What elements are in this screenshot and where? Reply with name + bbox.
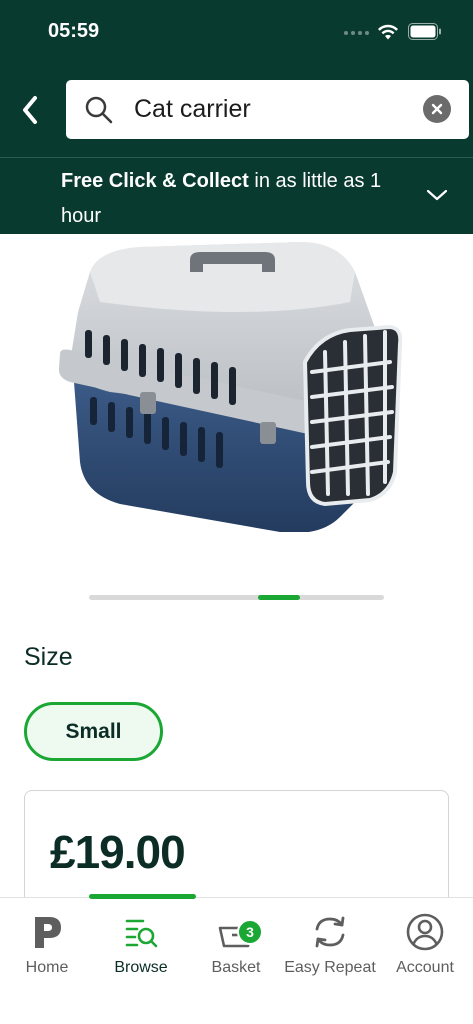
product-image[interactable]	[50, 232, 420, 532]
click-collect-bold: Free Click & Collect	[61, 170, 249, 192]
click-collect-banner[interactable]: Free Click & Collect in as little as 1 h…	[0, 158, 473, 234]
click-collect-text: Free Click & Collect in as little as 1 h…	[61, 164, 421, 234]
bottom-tab-bar: Home Browse Basket 3 Easy Repeat Account	[0, 894, 473, 1024]
header: 05:59 Free Click & Collec	[0, 0, 473, 234]
battery-icon	[408, 23, 441, 40]
tab-browse[interactable]: Browse	[94, 898, 188, 998]
wifi-icon	[378, 24, 398, 40]
back-button[interactable]	[10, 88, 50, 132]
tab-home-label: Home	[25, 959, 69, 976]
basket-count-badge: 3	[237, 919, 263, 945]
search-input[interactable]	[134, 92, 414, 126]
search-icon	[85, 96, 113, 124]
signal-icon	[344, 31, 369, 35]
repeat-icon	[315, 916, 345, 948]
image-carousel-indicator	[89, 595, 384, 600]
chevron-down-icon[interactable]	[426, 188, 448, 202]
account-icon	[406, 913, 444, 951]
tab-basket[interactable]: Basket	[189, 898, 283, 998]
clear-search-button[interactable]	[423, 95, 451, 123]
status-time: 05:59	[48, 20, 100, 42]
size-option-small[interactable]: Small	[24, 702, 163, 761]
tab-easy-repeat[interactable]: Easy Repeat	[283, 898, 377, 998]
tab-account-label: Account	[396, 959, 454, 976]
back-arrow-icon	[23, 96, 37, 124]
close-icon	[431, 103, 443, 115]
status-bar: 05:59	[0, 0, 473, 60]
carousel-active-indicator	[258, 595, 300, 600]
tab-basket-label: Basket	[211, 959, 261, 976]
price: £19.00	[50, 826, 186, 878]
search-box[interactable]	[66, 80, 469, 139]
tab-account[interactable]: Account	[378, 898, 472, 998]
tab-browse-label: Browse	[114, 959, 168, 976]
p-logo-icon	[35, 917, 61, 948]
tab-easy-repeat-label: Easy Repeat	[284, 959, 376, 976]
tab-home[interactable]: Home	[0, 898, 94, 998]
browse-search-icon	[125, 919, 158, 948]
size-label: Size	[24, 643, 73, 671]
